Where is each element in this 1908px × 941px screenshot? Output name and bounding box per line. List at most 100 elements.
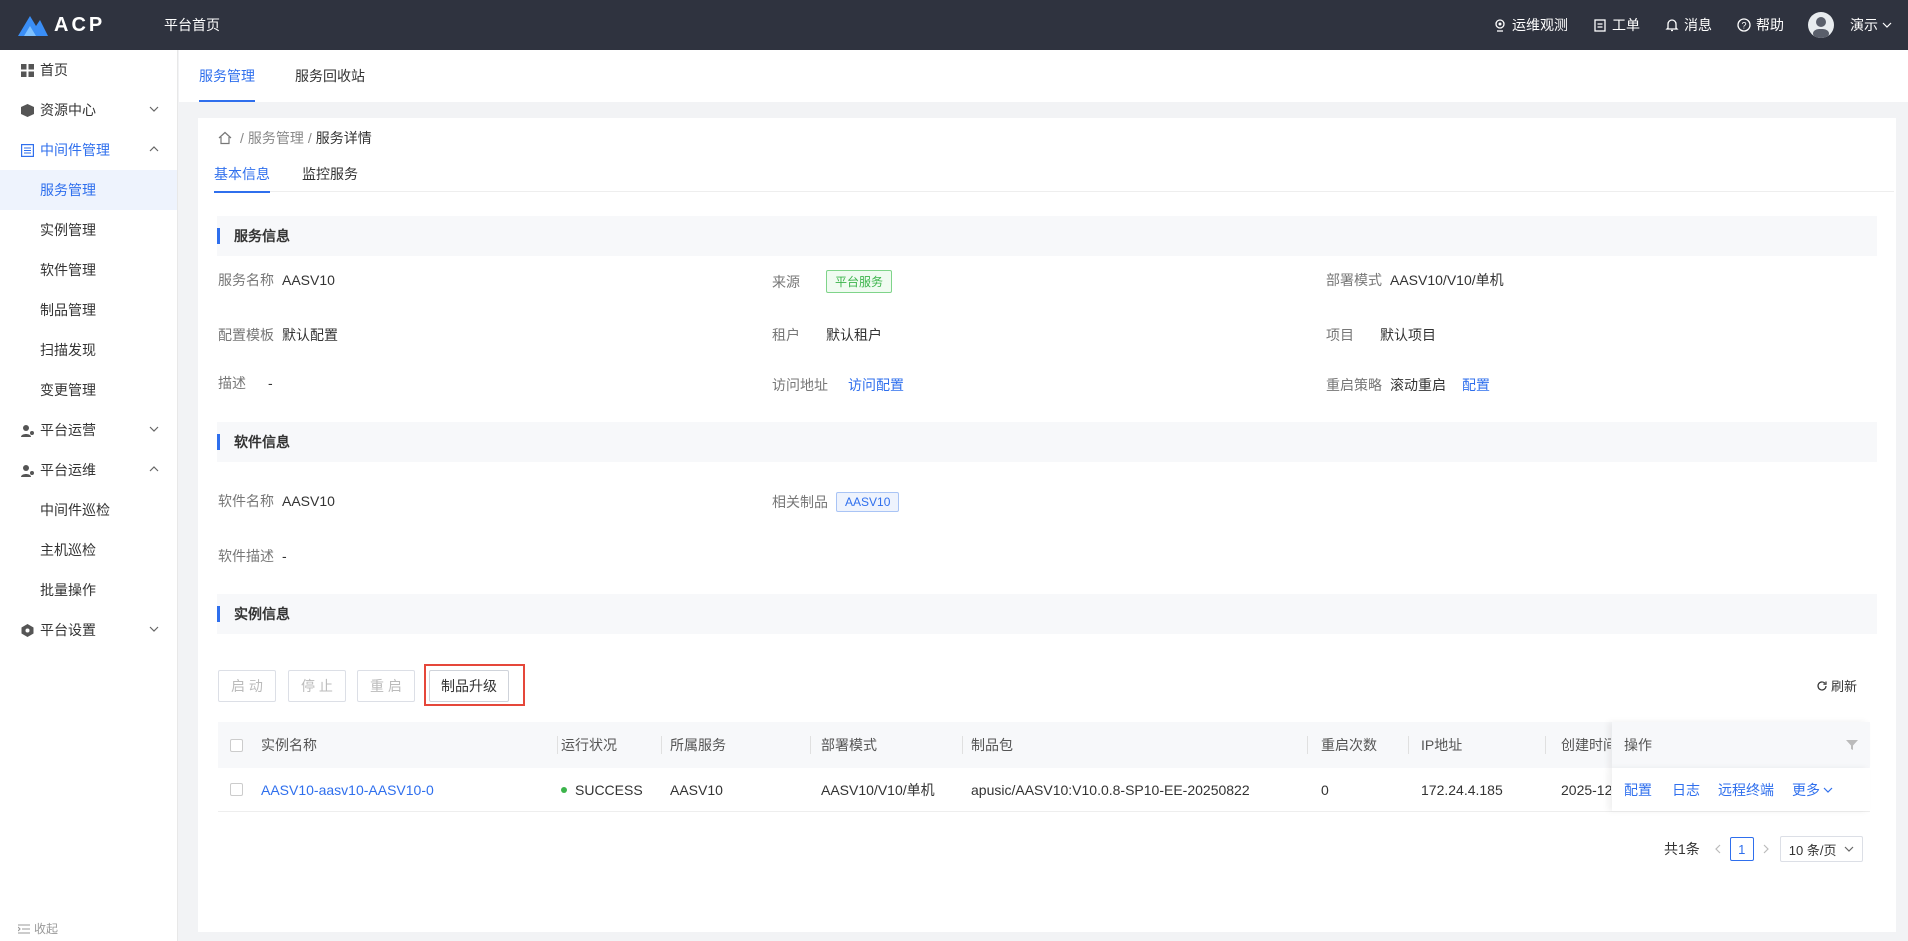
checkbox-box (230, 738, 243, 752)
field-value: 滚动重启 (1390, 377, 1446, 393)
avatar[interactable] (1808, 12, 1834, 38)
breadcrumb-parent[interactable]: 服务管理 (248, 128, 304, 148)
field-related-product: 相关制品 AASV10 (772, 492, 900, 512)
row-checkbox[interactable] (230, 768, 243, 811)
column-divider (661, 736, 662, 754)
col-deploy-mode: 部署模式 (821, 737, 877, 753)
section-accent-bar (217, 434, 220, 450)
detail-tabs: 基本信息 监控服务 (214, 156, 1894, 193)
select-all-checkbox[interactable] (230, 722, 243, 768)
field-access-address: 访问地址 访问配置 (772, 375, 904, 395)
run-status: SUCCESS (561, 768, 643, 811)
page-size-value: 10 条/页 (1788, 842, 1837, 858)
col-service: 所属服务 (670, 737, 726, 753)
sidebar-item-batch-operation[interactable]: 批量操作 (0, 570, 177, 610)
deploy-mode-cell: AASV10/V10/单机 (821, 781, 935, 798)
ticket-link[interactable]: 工单 (1592, 15, 1640, 35)
platform-home-link[interactable]: 平台首页 (164, 15, 220, 35)
total-count: 共1条 (1664, 841, 1700, 857)
instance-name-link[interactable]: AASV10-aasv10-AASV10-0 (261, 768, 434, 811)
field-value: AASV10 (282, 493, 335, 509)
page-tabs: 服务管理 服务回收站 (179, 50, 1908, 102)
sidebar-item-service-management[interactable]: 服务管理 (0, 170, 177, 210)
logo[interactable]: ACP (18, 14, 164, 37)
column-divider (962, 736, 963, 754)
service-cell: AASV10 (670, 781, 723, 798)
home-icon[interactable] (218, 131, 232, 145)
sidebar: 首页 资源中心 中间件管理 服务管理 实例管理 软件管理 制品管理 扫描发现 变… (0, 50, 178, 941)
field-source: 来源 平台服务 (772, 270, 893, 293)
col-package: 制品包 (971, 737, 1013, 753)
row-config-link[interactable]: 配置 (1624, 768, 1652, 811)
ops-observe-link[interactable]: 运维观测 (1492, 15, 1568, 35)
sidebar-item-label: 平台运营 (40, 422, 96, 438)
top-navbar: ACP 平台首页 运维观测 工单 消息 ? 帮助 演示 (0, 0, 1908, 50)
field-label: 配置模板 (218, 327, 274, 343)
sidebar-item-change-management[interactable]: 变更管理 (0, 370, 177, 410)
field-label: 软件描述 (218, 548, 274, 564)
refresh-label: 刷新 (1831, 679, 1858, 694)
tab-basic-info[interactable]: 基本信息 (214, 156, 270, 193)
source-tag: 平台服务 (826, 270, 893, 293)
restart-button[interactable]: 重 启 (357, 670, 415, 702)
chevron-down-icon (149, 106, 159, 112)
logo-text: ACP (54, 13, 106, 36)
page-size-select[interactable]: 10 条/页 (1779, 836, 1864, 862)
sidebar-item-resource-center[interactable]: 资源中心 (0, 90, 177, 130)
sidebar-item-instance-management[interactable]: 实例管理 (0, 210, 177, 250)
restart-config-link[interactable]: 配置 (1462, 375, 1490, 395)
help-link[interactable]: ? 帮助 (1736, 15, 1784, 35)
tab-monitor-service[interactable]: 监控服务 (302, 156, 358, 192)
sidebar-item-middleware[interactable]: 中间件管理 (0, 130, 177, 170)
page-number[interactable]: 1 (1729, 837, 1754, 861)
refresh-button[interactable]: 刷新 (1816, 676, 1857, 695)
field-value: AASV10 (282, 272, 335, 288)
sidebar-item-middleware-inspection[interactable]: 中间件巡检 (0, 490, 177, 530)
sidebar-item-scan-discovery[interactable]: 扫描发现 (0, 330, 177, 370)
sidebar-item-platform-operation[interactable]: 平台运营 (0, 410, 177, 450)
tab-service-recycle-bin[interactable]: 服务回收站 (295, 50, 365, 102)
field-label: 软件名称 (218, 493, 274, 509)
user-menu[interactable]: 演示 (1850, 15, 1892, 35)
prev-page-icon[interactable] (1714, 844, 1722, 854)
field-value: - (282, 548, 287, 564)
col-created-time: 创建时间 (1561, 737, 1611, 753)
start-button[interactable]: 启 动 (218, 670, 276, 702)
field-value: 默认租户 (826, 327, 882, 343)
svg-text:?: ? (1741, 21, 1746, 31)
sidebar-item-platform-ops[interactable]: 平台运维 (0, 450, 177, 490)
sidebar-item-software-management[interactable]: 软件管理 (0, 250, 177, 290)
message-link[interactable]: 消息 (1664, 15, 1712, 35)
col-restart-count: 重启次数 (1321, 737, 1377, 753)
field-service-name: 服务名称 AASV10 (218, 270, 335, 290)
chevron-down-icon (149, 626, 159, 632)
access-config-link[interactable]: 访问配置 (848, 375, 904, 395)
field-value: - (268, 375, 273, 391)
help-icon: ? (1736, 17, 1752, 33)
middleware-icon (20, 143, 34, 157)
sidebar-collapse-button[interactable]: 收起 (18, 920, 58, 937)
column-divider (1545, 736, 1546, 754)
field-label: 访问地址 (772, 377, 828, 393)
next-page-icon[interactable] (1762, 844, 1770, 854)
sidebar-item-platform-settings[interactable]: 平台设置 (0, 610, 177, 650)
message-label: 消息 (1684, 17, 1712, 33)
software-info-header: 软件信息 (217, 422, 1877, 462)
sidebar-item-home[interactable]: 首页 (0, 50, 177, 90)
field-label: 服务名称 (218, 272, 274, 288)
row-more-menu[interactable]: 更多 (1792, 768, 1833, 811)
product-tag[interactable]: AASV10 (836, 492, 900, 512)
created-time-cell: 2025-12 (1561, 781, 1611, 798)
row-log-link[interactable]: 日志 (1672, 768, 1700, 811)
field-project: 项目 默认项目 (1326, 325, 1436, 345)
row-remote-terminal-link[interactable]: 远程终端 (1718, 768, 1774, 811)
sidebar-item-host-inspection[interactable]: 主机巡检 (0, 530, 177, 570)
stop-button[interactable]: 停 止 (288, 670, 346, 702)
field-value: 默认项目 (1380, 327, 1436, 343)
sidebar-item-product-management[interactable]: 制品管理 (0, 290, 177, 330)
filter-icon[interactable] (1846, 722, 1858, 768)
tab-service-management[interactable]: 服务管理 (199, 50, 255, 102)
section-title: 软件信息 (234, 434, 290, 450)
sidebar-item-label: 平台设置 (40, 622, 96, 638)
breadcrumb-current: 服务详情 (315, 130, 372, 146)
